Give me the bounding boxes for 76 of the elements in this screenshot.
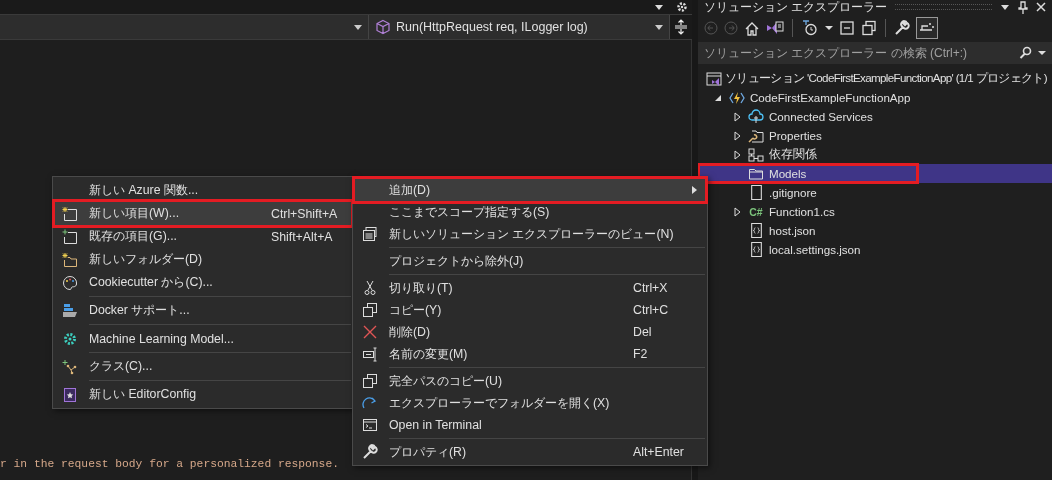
menu-item[interactable]: プロパティ(R) Alt+Enter (355, 441, 705, 463)
collapse-all-icon[interactable] (839, 20, 855, 36)
class-icon (62, 358, 78, 375)
expand-arrow-icon[interactable] (733, 206, 741, 217)
settings-icon[interactable] (676, 1, 688, 13)
new-folder-icon (62, 251, 78, 268)
dropdown-arrow-icon[interactable] (1000, 3, 1010, 11)
preview-icon[interactable] (916, 17, 938, 39)
cloud-icon (748, 108, 764, 125)
wrench-icon (362, 444, 378, 460)
add-file-icon (62, 228, 78, 245)
menu-item[interactable]: 完全パスのコピー(U) (355, 370, 705, 392)
file-icon (750, 185, 762, 200)
copy-icon (362, 373, 378, 389)
close-icon[interactable] (1036, 2, 1046, 12)
tree-item[interactable]: ソリューション 'CodeFirstExampleFunctionApp' (1/1 プロジェクト) (698, 69, 1052, 88)
search-field[interactable]: ソリューション エクスプローラー の検索 (Ctrl+:) (698, 42, 1052, 64)
tree-item[interactable]: Connected Services (698, 107, 1052, 126)
menu-item[interactable]: 新しい Azure 関数... (55, 179, 351, 202)
json-file-icon (750, 242, 762, 257)
rename-icon (362, 346, 378, 362)
menu-item[interactable]: クラス(C)... (55, 355, 351, 378)
menu-item[interactable]: 新しいフォルダー(D) (55, 248, 351, 271)
expand-arrow-icon[interactable] (733, 111, 741, 122)
panel-title: ソリューション エクスプローラー (704, 0, 888, 15)
menu-item[interactable]: Docker サポート... (55, 299, 351, 322)
cube-icon (375, 19, 391, 35)
menu-item[interactable]: 切り取り(T) Ctrl+X (355, 277, 705, 299)
dropdown-arrow-icon[interactable] (825, 25, 833, 31)
menu-item[interactable]: エクスプローラーでフォルダーを開く(X) (355, 392, 705, 414)
tree-item[interactable]: 依存関係 (698, 145, 1052, 164)
pin-icon[interactable] (1018, 0, 1028, 14)
caret-icon (655, 24, 663, 30)
split-window-button[interactable] (670, 15, 692, 39)
palette-icon (62, 274, 78, 291)
delete-icon (362, 324, 378, 340)
menu-item[interactable]: Open in Terminal (355, 414, 705, 436)
code-line: r in the request body for a personalized response. (0, 458, 339, 470)
copy-icon (362, 302, 378, 318)
submenu-arrow-icon (692, 186, 697, 194)
menu-item[interactable]: Cookiecutter から(C)... (55, 271, 351, 294)
star-file-icon (62, 386, 78, 403)
home-icon[interactable] (744, 20, 760, 36)
expand-arrow-icon[interactable] (733, 130, 741, 141)
menu-item[interactable]: 既存の項目(G)... Shift+Alt+A (55, 225, 351, 248)
scissors-icon (362, 280, 378, 296)
menu-item[interactable]: Machine Learning Model... (55, 327, 351, 350)
collapse-arrow-icon[interactable] (714, 93, 722, 102)
wrench-icon[interactable] (894, 20, 910, 36)
menu-item[interactable]: 削除(D) Del (355, 321, 705, 343)
new-file-icon (62, 205, 78, 222)
wrench-folder-icon (748, 127, 764, 144)
menu-item[interactable]: コピー(Y) Ctrl+C (355, 299, 705, 321)
window-list-icon (362, 226, 378, 242)
menu-item[interactable]: 新しい EditorConfig (55, 383, 351, 406)
tree-item[interactable]: CodeFirstExampleFunctionApp (698, 88, 1052, 107)
history-icon[interactable] (801, 20, 819, 36)
show-all-files-icon[interactable] (861, 20, 877, 36)
tree-item[interactable]: Properties (698, 126, 1052, 145)
menu-item[interactable]: 追加(D) (355, 179, 705, 201)
docker-icon (62, 302, 78, 319)
split-icon (674, 19, 688, 35)
menu-item[interactable]: 名前の変更(M) F2 (355, 343, 705, 365)
json-file-icon (750, 223, 762, 238)
gear-icon (62, 330, 78, 347)
solution-icon (706, 70, 722, 87)
caret-icon (354, 24, 362, 30)
dropdown-arrow-icon[interactable] (654, 3, 664, 11)
expand-arrow-icon[interactable] (733, 149, 741, 160)
csharp-file-icon: C# (749, 205, 763, 218)
terminal-icon (362, 417, 378, 433)
menu-item[interactable]: 新しい項目(W)... Ctrl+Shift+A (55, 202, 351, 225)
dropdown-arrow-icon[interactable] (1038, 50, 1046, 56)
redo-arrow-icon (362, 395, 378, 411)
dependencies-icon (748, 146, 764, 163)
switch-views-icon[interactable] (766, 20, 784, 36)
